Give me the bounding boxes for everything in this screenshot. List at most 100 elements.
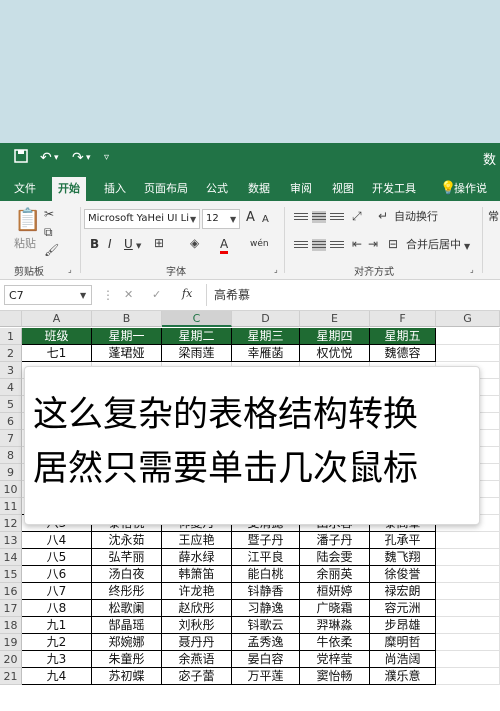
row-header[interactable]: 16 [0,583,22,600]
alignment-launcher-icon[interactable]: ⌟ [470,263,474,277]
redo-icon[interactable]: ↷ [72,149,84,167]
empty-cell[interactable] [436,634,500,651]
column-header-b[interactable]: B [92,311,162,327]
table-cell[interactable]: 魏飞翔 [370,549,436,566]
cut-icon[interactable]: ✂ [44,207,54,221]
table-cell[interactable]: 党梓莹 [300,651,370,668]
table-cell[interactable]: 江平良 [232,549,300,566]
table-cell[interactable]: 濮乐意 [370,668,436,685]
font-color-button[interactable]: A [220,237,229,254]
row-header[interactable]: 19 [0,634,22,651]
empty-cell[interactable] [436,328,500,345]
tab-review[interactable]: 审阅 [284,177,318,201]
empty-cell[interactable] [436,617,500,634]
table-cell[interactable]: 八8 [22,600,92,617]
empty-cell[interactable] [436,668,500,685]
row-header[interactable]: 20 [0,651,22,668]
merge-dropdown-icon[interactable]: ▼ [464,240,470,254]
table-cell[interactable]: 八7 [22,583,92,600]
tab-home[interactable]: 开始 [52,177,86,201]
table-cell[interactable]: 钭静香 [232,583,300,600]
row-header[interactable]: 3 [0,362,22,379]
table-cell[interactable]: 钭歌云 [232,617,300,634]
row-header[interactable]: 14 [0,549,22,566]
table-cell[interactable]: 权优悦 [300,345,370,362]
row-header[interactable]: 17 [0,600,22,617]
merge-center-button[interactable]: 合并后居中 [406,238,461,252]
paste-icon[interactable]: 📋 [14,209,41,233]
insert-function-icon[interactable]: fx [182,287,192,301]
tab-insert[interactable]: 插入 [98,177,132,201]
table-cell[interactable]: 许龙艳 [162,583,232,600]
table-header-cell[interactable]: 班级 [22,328,92,345]
table-cell[interactable]: 八5 [22,549,92,566]
redo-dropdown-icon[interactable]: ▾ [86,149,91,167]
tab-file[interactable]: 文件 [8,177,42,201]
indent-decrease-icon[interactable]: ⇤ [352,237,362,251]
table-cell[interactable]: 郑婉娜 [92,634,162,651]
column-header-a[interactable]: A [22,311,92,327]
align-middle-icon[interactable] [312,211,326,223]
font-name-dropdown-icon[interactable]: ▼ [190,213,196,227]
table-cell[interactable]: 终彤彤 [92,583,162,600]
table-cell[interactable]: 八6 [22,566,92,583]
formula-input[interactable]: 高希慕 [214,288,250,302]
table-cell[interactable]: 能白桃 [232,566,300,583]
empty-cell[interactable] [436,600,500,617]
table-cell[interactable]: 韩箫笛 [162,566,232,583]
row-header[interactable]: 4 [0,379,22,396]
row-header[interactable]: 6 [0,413,22,430]
empty-cell[interactable] [436,566,500,583]
row-header[interactable]: 13 [0,532,22,549]
table-cell[interactable]: 七1 [22,345,92,362]
table-cell[interactable]: 汤白夜 [92,566,162,583]
tab-view[interactable]: 视图 [326,177,360,201]
table-cell[interactable]: 禄宏朗 [370,583,436,600]
table-cell[interactable]: 魏德容 [370,345,436,362]
row-header[interactable]: 21 [0,668,22,685]
grow-font-button[interactable]: A [246,211,255,225]
table-cell[interactable]: 窦怡畅 [300,668,370,685]
table-cell[interactable]: 尚浩阔 [370,651,436,668]
font-size-dropdown-icon[interactable]: ▼ [230,213,236,227]
phonetic-button[interactable]: wén [250,237,269,251]
table-cell[interactable]: 松歌阑 [92,600,162,617]
tab-page-layout[interactable]: 页面布局 [138,177,194,201]
column-header-f[interactable]: F [370,311,436,327]
row-header[interactable]: 7 [0,430,22,447]
empty-cell[interactable] [436,532,500,549]
borders-icon[interactable]: ⊞ [154,236,164,250]
cancel-icon[interactable]: ✕ [124,288,133,302]
customize-qa-icon[interactable]: ▿ [104,149,109,167]
column-header-e[interactable]: E [300,311,370,327]
table-header-cell[interactable]: 星期一 [92,328,162,345]
table-cell[interactable]: 桓妍婷 [300,583,370,600]
row-header[interactable]: 18 [0,617,22,634]
table-cell[interactable]: 蓬珺娅 [92,345,162,362]
row-header[interactable]: 8 [0,447,22,464]
select-all-corner[interactable] [0,311,22,327]
bold-button[interactable]: B [90,237,99,251]
font-launcher-icon[interactable]: ⌟ [274,263,278,277]
table-cell[interactable]: 王应艳 [162,532,232,549]
table-cell[interactable]: 梁雨莲 [162,345,232,362]
shrink-font-button[interactable]: A [262,213,269,227]
underline-button[interactable]: U [124,237,133,251]
table-header-cell[interactable]: 星期二 [162,328,232,345]
paste-button[interactable]: 粘贴 [14,237,36,251]
table-cell[interactable]: 晏白容 [232,651,300,668]
empty-cell[interactable] [436,345,500,362]
table-header-cell[interactable]: 星期四 [300,328,370,345]
table-cell[interactable]: 余丽英 [300,566,370,583]
row-header[interactable]: 1 [0,328,22,345]
table-cell[interactable]: 步昂雄 [370,617,436,634]
table-cell[interactable]: 广晓霜 [300,600,370,617]
table-cell[interactable]: 聂丹丹 [162,634,232,651]
table-cell[interactable]: 陆会雯 [300,549,370,566]
table-cell[interactable]: 潘子丹 [300,532,370,549]
name-box-dropdown-icon[interactable]: ▼ [80,289,86,303]
table-cell[interactable]: 孟秀逸 [232,634,300,651]
table-cell[interactable]: 万平莲 [232,668,300,685]
table-cell[interactable]: 容元洲 [370,600,436,617]
italic-button[interactable]: I [108,237,112,251]
